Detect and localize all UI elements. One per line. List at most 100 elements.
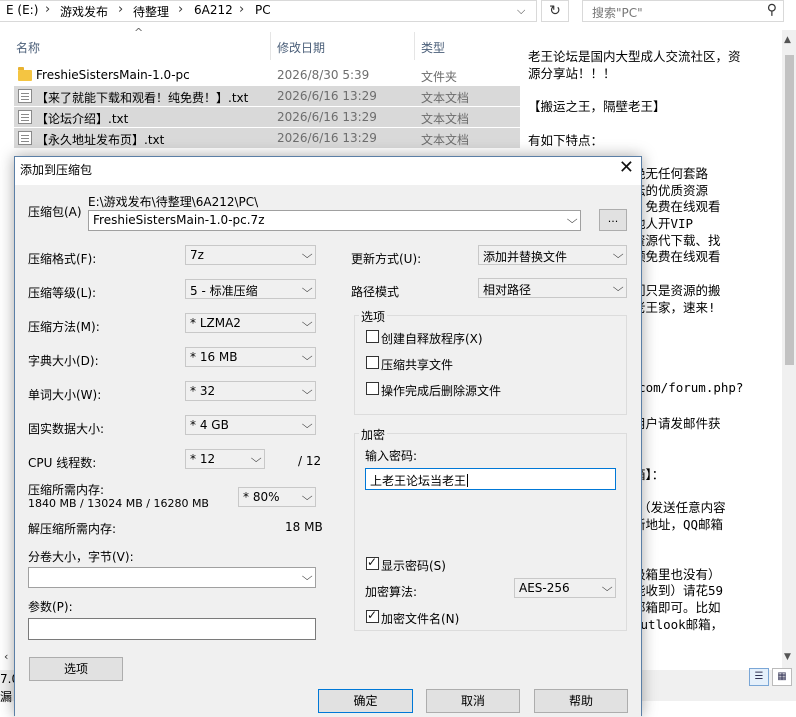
decompress-memory-label: 解压缩所需内存: (28, 522, 117, 536)
chevron-down-icon[interactable]: ⌵ (566, 213, 577, 227)
file-date: 2026/8/30 5:39 (277, 68, 370, 82)
file-name: 【论坛介绍】.txt (36, 112, 129, 126)
text-file-icon (18, 131, 32, 145)
file-type: 文本文档 (421, 112, 470, 126)
word-select[interactable]: * 32 ⌵ (185, 381, 316, 401)
update-mode-select[interactable]: 添加并替换文件 ⌵ (478, 245, 627, 265)
solid-value: * 4 GB (190, 418, 229, 432)
threads-select[interactable]: * 12 ⌵ (185, 449, 265, 469)
help-button[interactable]: 帮助 (534, 689, 628, 713)
archive-name-combo[interactable]: FreshieSistersMain-1.0-pc.7z ⌵ (88, 210, 581, 231)
format-select[interactable]: 7z ⌵ (185, 245, 316, 265)
encryption-method-label: 加密算法: (365, 585, 418, 599)
refresh-button[interactable]: ↻ (541, 0, 569, 22)
search-icon[interactable]: ⚲ (767, 2, 777, 18)
password-input[interactable]: 上老王论坛当老王 (365, 468, 616, 490)
text-file-icon (18, 89, 32, 103)
sfx-label: 创建自释放程序(X) (381, 332, 483, 346)
column-name[interactable]: 名称 (16, 39, 40, 56)
crumb-separator[interactable]: › (118, 2, 123, 17)
split-size-combo[interactable]: ⌵ (28, 567, 316, 588)
column-header: ^ 名称 修改日期 类型 (0, 26, 520, 60)
file-row[interactable]: 【来了就能下载和观看！纯免费！】.txt 2026/6/16 13:29 文本文… (14, 86, 520, 106)
dialog-title: 添加到压缩包 (20, 163, 93, 177)
chevron-down-icon[interactable]: ⌵ (517, 4, 525, 18)
delete-source-checkbox[interactable] (366, 382, 379, 395)
chevron-down-icon[interactable]: ⌵ (301, 248, 312, 262)
threads-max: / 12 (298, 454, 322, 468)
crumb-drive[interactable]: E (E:) (6, 3, 38, 17)
scrollbar-thumb[interactable] (785, 55, 794, 365)
address-bar[interactable]: E (E:) › 游戏发布 › 待整理 › 6A212 › PC ⌵ ↻ 搜索"… (0, 0, 796, 26)
crumb-separator[interactable]: › (45, 2, 50, 17)
chevron-down-icon[interactable]: ⌵ (301, 384, 312, 398)
file-date: 2026/6/16 13:29 (277, 110, 377, 124)
solid-select[interactable]: * 4 GB ⌵ (185, 415, 316, 435)
level-label: 压缩等级(L): (28, 286, 97, 300)
chevron-down-icon[interactable]: ⌵ (301, 570, 312, 584)
chevron-down-icon[interactable]: ⌵ (301, 316, 312, 330)
method-select[interactable]: * LZMA2 ⌵ (185, 313, 316, 333)
encryption-method-select[interactable]: AES-256 ⌵ (514, 578, 616, 598)
column-divider[interactable] (414, 32, 415, 60)
chevron-down-icon[interactable]: ⌵ (250, 452, 261, 466)
column-type[interactable]: 类型 (421, 39, 445, 56)
column-divider[interactable] (270, 32, 271, 60)
details-view-icon[interactable]: ☰ (749, 668, 769, 686)
crumb-folder[interactable]: 游戏发布 (60, 3, 108, 20)
search-input[interactable]: 搜索"PC" ⚲ (582, 0, 784, 22)
dict-select[interactable]: * 16 MB ⌵ (185, 347, 316, 367)
format-label: 压缩格式(F): (28, 252, 97, 266)
params-input[interactable] (28, 618, 316, 640)
split-label: 分卷大小，字节(V): (28, 550, 134, 564)
search-placeholder: 搜索"PC" (592, 6, 643, 20)
close-icon[interactable]: ✕ (619, 157, 634, 178)
solid-label: 固实数据大小: (28, 422, 105, 436)
scroll-left-icon[interactable]: ‹ (4, 650, 8, 663)
word-value: * 32 (190, 384, 216, 398)
encrypt-names-checkbox[interactable] (366, 608, 379, 623)
crumb-separator[interactable]: › (178, 2, 183, 17)
scroll-up-icon[interactable]: ▲ (784, 35, 791, 45)
chevron-down-icon[interactable]: ⌵ (301, 350, 312, 364)
crumb-folder[interactable]: PC (255, 3, 271, 17)
crumb-folder[interactable]: 6A212 (194, 3, 233, 17)
crumb-folder[interactable]: 待整理 (133, 3, 169, 20)
chevron-down-icon[interactable]: ⌵ (601, 581, 612, 595)
encryption-group-title: 加密 (359, 426, 388, 443)
cancel-button[interactable]: 取消 (426, 689, 520, 713)
crumb-separator[interactable]: › (239, 2, 244, 17)
level-select[interactable]: 5 - 标准压缩 ⌵ (185, 279, 316, 299)
sfx-checkbox[interactable] (366, 330, 379, 343)
password-value: 上老王论坛当老王 (370, 474, 467, 488)
chevron-down-icon[interactable]: ⌵ (301, 418, 312, 432)
memory-percent-select[interactable]: * 80% ⌵ (238, 487, 316, 507)
format-value: 7z (190, 248, 204, 262)
chevron-down-icon[interactable]: ⌵ (301, 282, 312, 296)
shared-label: 压缩共享文件 (381, 358, 454, 372)
tiles-view-icon[interactable]: ▦ (772, 668, 792, 686)
chevron-down-icon[interactable]: ⌵ (612, 248, 623, 262)
chevron-down-icon[interactable]: ⌵ (301, 490, 312, 504)
file-row[interactable]: 【永久地址发布页】.txt 2026/6/16 13:29 文本文档 (14, 128, 520, 148)
chevron-down-icon[interactable]: ⌵ (612, 281, 623, 295)
path-mode-select[interactable]: 相对路径 ⌵ (478, 278, 627, 298)
file-name: FreshieSistersMain-1.0-pc (36, 68, 190, 82)
file-date: 2026/6/16 13:29 (277, 89, 377, 103)
scroll-down-icon[interactable]: ▼ (784, 652, 791, 662)
file-row[interactable]: FreshieSistersMain-1.0-pc 2026/8/30 5:39… (14, 65, 520, 85)
text-caret (467, 474, 469, 487)
shared-checkbox[interactable] (366, 356, 379, 369)
ok-button[interactable]: 确定 (318, 689, 413, 713)
address-box[interactable]: E (E:) › 游戏发布 › 待整理 › 6A212 › PC ⌵ (0, 0, 537, 22)
sort-up-icon: ^ (134, 26, 144, 39)
show-password-checkbox[interactable] (366, 555, 379, 570)
options-button[interactable]: 选项 (29, 657, 123, 681)
file-row[interactable]: 【论坛介绍】.txt 2026/6/16 13:29 文本文档 (14, 107, 520, 127)
delete-source-label: 操作完成后删除源文件 (381, 384, 502, 398)
file-name: 【来了就能下载和观看！纯免费！】.txt (36, 91, 249, 105)
method-value: * LZMA2 (190, 316, 241, 330)
preview-line: 源分享站！！！ (528, 65, 616, 81)
column-date[interactable]: 修改日期 (277, 39, 325, 56)
browse-button[interactable]: ... (599, 209, 627, 231)
